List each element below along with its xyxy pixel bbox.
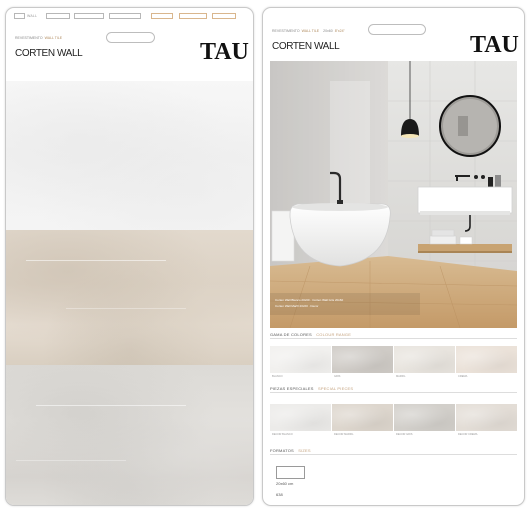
colour-range-title-sub: COLOUR RANGE bbox=[316, 332, 352, 337]
line-label: REVESTIMENTO bbox=[272, 29, 300, 33]
format-label-highlight: 8"x24" bbox=[334, 29, 345, 33]
checkbox-box[interactable] bbox=[14, 12, 25, 19]
colour-swatch-caption: MARFIL bbox=[396, 375, 406, 378]
colour-swatch-caption: GRIS bbox=[334, 375, 341, 378]
colour-range-title-text: GAMA DE COLORES bbox=[270, 332, 312, 337]
special-piece-swatch bbox=[332, 404, 393, 431]
special-piece-swatch-caption: DECOR GRIS bbox=[396, 433, 413, 436]
collection-name: CORTEN WALL bbox=[272, 41, 340, 52]
formats-title-sub: SIZES bbox=[298, 448, 311, 453]
checkbox-wall[interactable]: WALL bbox=[14, 12, 38, 19]
special-piece-swatch bbox=[270, 404, 331, 431]
right-sample-card: REVESTIMENTO WALL TILE 20x60 8"x24" CORT… bbox=[262, 7, 525, 506]
info-pill[interactable] bbox=[368, 24, 426, 35]
special-pieces-title-text: PIEZAS ESPECIALES bbox=[270, 386, 314, 391]
tile-sample-grey bbox=[6, 365, 253, 505]
line-label: REVESTIMENTO bbox=[15, 36, 43, 40]
checkbox-label: WALL bbox=[27, 13, 38, 18]
special-piece-swatch-caption: DECOR CREMA bbox=[458, 433, 478, 436]
checkbox-2[interactable] bbox=[46, 12, 72, 19]
section-divider bbox=[270, 338, 517, 339]
colour-swatch bbox=[394, 346, 455, 373]
tile-sample-beige bbox=[6, 230, 253, 365]
checkbox-box[interactable] bbox=[179, 12, 207, 19]
checkbox-7[interactable] bbox=[212, 12, 238, 19]
checkbox-4[interactable] bbox=[109, 12, 143, 19]
special-pieces-title: PIEZAS ESPECIALES SPECIAL PIECES bbox=[270, 386, 353, 391]
left-sample-card: WALL REVESTIMENTO WALL TILE CORTEN WALL … bbox=[5, 7, 254, 506]
special-piece-swatch bbox=[456, 404, 517, 431]
checkbox-5[interactable] bbox=[151, 12, 175, 19]
checkbox-3[interactable] bbox=[74, 12, 106, 19]
product-line-label: REVESTIMENTO WALL TILE bbox=[15, 36, 62, 40]
checkbox-box[interactable] bbox=[151, 12, 173, 19]
line-label-highlight: WALL TILE bbox=[301, 29, 320, 33]
colour-swatch-caption: CREMA bbox=[458, 375, 468, 378]
special-pieces-title-sub: SPECIAL PIECES bbox=[317, 386, 354, 391]
info-pill[interactable] bbox=[106, 32, 155, 43]
checkbox-6[interactable] bbox=[179, 12, 209, 19]
bathroom-ambience-photo: Corten Wall Blanco 20x60 · Corten Wall G… bbox=[270, 61, 517, 328]
format-rectangle-icon bbox=[276, 466, 305, 479]
bathroom-scene-illustration bbox=[270, 61, 517, 328]
colour-swatch bbox=[270, 346, 331, 373]
checkbox-box[interactable] bbox=[46, 12, 70, 19]
checkbox-box[interactable] bbox=[212, 12, 236, 19]
section-divider bbox=[270, 454, 517, 455]
formats-title: FORMATOS SIZES bbox=[270, 448, 311, 453]
collection-name: CORTEN WALL bbox=[15, 48, 83, 59]
colour-swatch bbox=[456, 346, 517, 373]
color-checkbox-row: WALL bbox=[14, 12, 246, 20]
tau-logo: TAU bbox=[200, 39, 249, 65]
format-label: 20x60 bbox=[323, 29, 333, 33]
colour-swatch-caption: BLANCO bbox=[272, 375, 283, 378]
checkbox-box[interactable] bbox=[109, 12, 141, 19]
line-label-highlight: WALL TILE bbox=[44, 36, 63, 40]
colour-swatch bbox=[332, 346, 393, 373]
product-line-label: REVESTIMENTO WALL TILE 20x60 8"x24" bbox=[272, 29, 345, 33]
special-piece-swatch-caption: DECOR BLANCO bbox=[272, 433, 293, 436]
section-divider bbox=[270, 392, 517, 393]
special-piece-swatch-caption: DECOR MARFIL bbox=[334, 433, 354, 436]
format-size: 20x60 cm bbox=[276, 481, 294, 486]
formats-title-text: FORMATOS bbox=[270, 448, 294, 453]
photo-caption-line-2: Corten Wall Marfil 20x60 · Decor bbox=[275, 304, 319, 308]
colour-range-title: GAMA DE COLORES COLOUR RANGE bbox=[270, 332, 351, 337]
checkbox-box[interactable] bbox=[74, 12, 104, 19]
format-code: 638 bbox=[276, 492, 283, 497]
photo-caption-line-1: Corten Wall Blanco 20x60 · Corten Wall G… bbox=[275, 298, 344, 302]
tau-logo: TAU bbox=[470, 32, 519, 58]
tile-sample-white bbox=[6, 81, 253, 230]
special-piece-swatch bbox=[394, 404, 455, 431]
